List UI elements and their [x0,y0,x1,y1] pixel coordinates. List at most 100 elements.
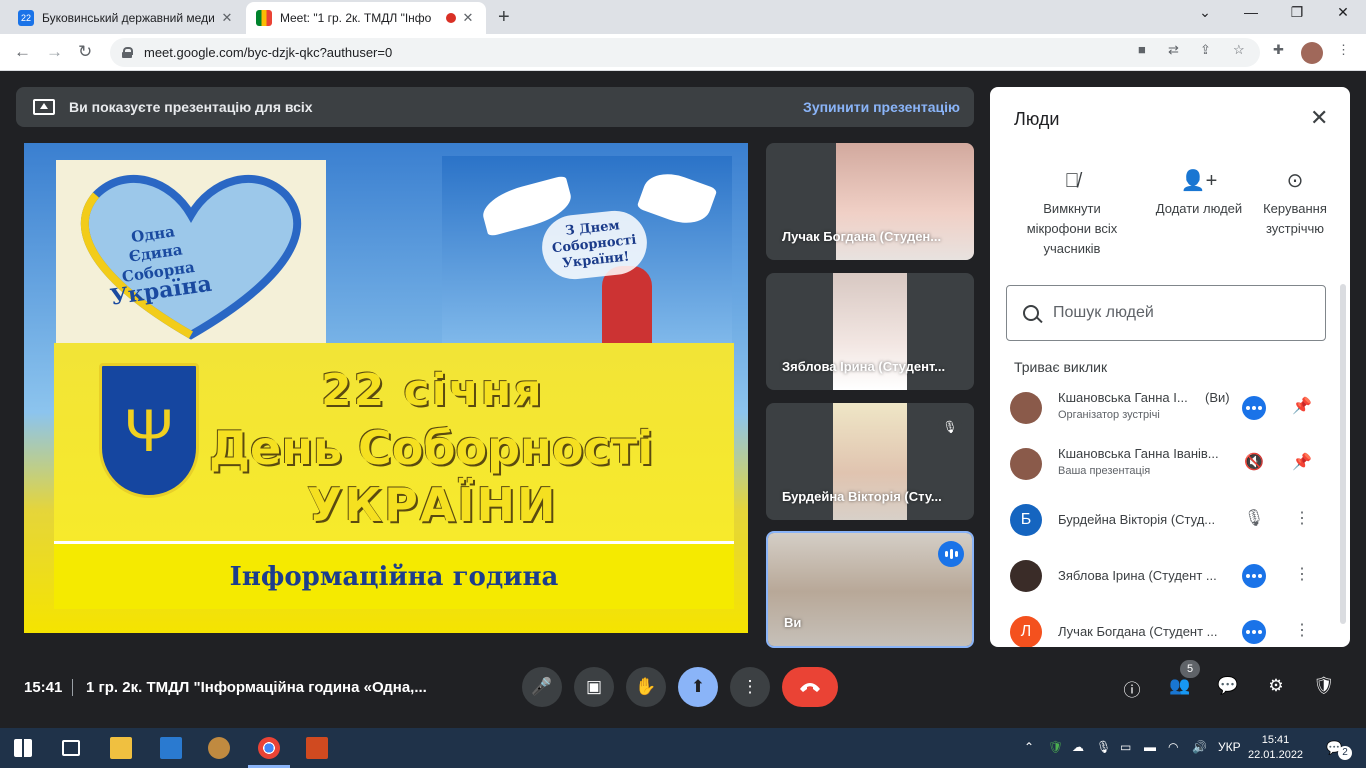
present-button[interactable]: ⬆ [678,667,718,707]
phone-link-icon[interactable]: ▭ [1120,740,1131,754]
microphone-button[interactable]: 🎤 [522,667,562,707]
slide-heading: День Соборності [209,421,654,475]
close-window-icon[interactable]: ✕ [1328,4,1358,21]
slide-subtitle: Інформаційна година [229,561,559,592]
browser-toolbar: ← → ↻ meet.google.com/byc-dzjk-qkc?authu… [0,34,1366,71]
lock-icon[interactable] [122,47,133,58]
translate-icon[interactable]: ⇄ [1168,42,1179,58]
mute-all-button[interactable]: 🎙̸ Вимкнути мікрофони всіх учасників [1017,171,1127,259]
cloud-icon[interactable]: ☁ [1072,740,1084,754]
trident-emblem-icon: Ψ [99,363,199,498]
person-row[interactable]: Зяблова Ірина (Студент ... ⋮ [1010,552,1330,608]
people-icon[interactable]: 👥 [1168,676,1192,700]
host-controls-shield-icon[interactable]: 🛡 [1312,676,1336,700]
tab-meet[interactable]: Meet: "1 гр. 2к. ТМДЛ "Інфо ✕ [246,2,486,34]
pin-icon[interactable]: 📌 [1290,396,1314,416]
new-tab-icon[interactable]: + [498,6,510,29]
language-indicator[interactable]: УКР [1218,740,1241,754]
chrome-icon[interactable] [258,737,280,759]
close-panel-icon[interactable]: ✕ [1310,105,1328,131]
presentation-slide: Одна Єдина Соборна Україна З Днем Соборн… [24,143,748,633]
hang-up-icon [800,683,820,692]
windows-taskbar: ⌃ 🛡 ☁ 🎙 ▭ ▬ ◠ 🔊 УКР 15:41 22.01.2022 💬 2 [0,728,1366,768]
activities-icon[interactable]: ⚙ [1264,676,1288,700]
close-tab-icon[interactable]: ✕ [219,10,235,26]
wifi-icon[interactable]: ◠ [1168,740,1178,754]
meeting-name: 1 гр. 2к. ТМДЛ "Інформаційна година «Одн… [86,679,427,696]
search-people-input[interactable]: Пошук людей [1006,285,1326,341]
participant-tile[interactable]: Зяблова Ірина (Студент... [766,273,974,390]
tab-university[interactable]: 22 Буковинський державний меди ✕ [8,2,245,34]
clock-date: 22.01.2022 [1248,749,1304,761]
close-tab-icon[interactable]: ✕ [460,10,476,26]
panel-scrollbar[interactable] [1340,284,1346,624]
back-icon[interactable]: ← [14,42,31,62]
person-row[interactable]: Л Лучак Богдана (Студент ... ⋮ [1010,608,1330,647]
raise-hand-button[interactable]: ✋ [626,667,666,707]
bookmark-star-icon[interactable]: ☆ [1233,42,1245,58]
more-options-icon[interactable]: ⋮ [1290,620,1314,640]
windows-start-icon[interactable] [14,739,32,757]
mic-off-icon: 🎙 [1243,510,1265,527]
meeting-details-icon[interactable]: ⓘ [1120,676,1144,700]
camera-icon[interactable]: ■ [1138,42,1146,57]
hand-icon: ✋ [635,677,657,696]
maximize-icon[interactable]: ❐ [1282,4,1312,21]
person-row[interactable]: Кшановська Ганна Іванів... Ваша презента… [1010,440,1330,496]
tab-search-icon[interactable]: ⌄ [1190,4,1220,21]
participant-name: Зяблова Ірина (Студент... [782,359,946,374]
tab-title: Meet: "1 гр. 2к. ТМДЛ "Інфо [280,11,432,25]
action-label: Вимкнути мікрофони всіх учасників [1026,201,1118,256]
forward-icon[interactable]: → [46,42,63,62]
participant-tile[interactable]: 🎙 Бурдейна Вікторія (Сту... [766,403,974,520]
heart-caption: Одна Єдина Соборна Україна [101,218,214,310]
stop-presenting-button[interactable]: Зупинити презентацію [803,99,960,115]
participant-tile[interactable]: Лучак Богдана (Студен... [766,143,974,260]
system-clock[interactable]: 15:41 22.01.2022 [1248,733,1303,763]
person-name: Зяблова Ірина (Студент ... [1058,568,1217,583]
profile-avatar[interactable] [1301,42,1323,64]
recording-indicator-icon [446,13,456,23]
share-icon[interactable]: ⇪ [1200,42,1211,58]
more-options-button[interactable]: ⋮ [730,667,770,707]
extensions-icon[interactable]: ✚ [1273,42,1284,58]
meeting-time: 15:41 [24,679,63,696]
volume-icon[interactable]: 🔊 [1192,740,1207,754]
person-name: Кшановська Ганна І... [1058,390,1188,405]
avatar [1010,560,1042,592]
host-controls-button[interactable]: ⊙ Керування зустріччю [1242,171,1348,239]
mail-icon[interactable] [160,737,182,759]
powerpoint-icon[interactable] [306,737,328,759]
tray-expand-icon[interactable]: ⌃ [1024,740,1034,754]
add-people-button[interactable]: 👤+ Додати людей [1144,171,1254,219]
file-explorer-icon[interactable] [110,737,132,759]
person-row[interactable]: Кшановська Ганна І... (Ви) Організатор з… [1010,384,1330,440]
toggle-icon: ⊙ [1286,170,1304,192]
task-view-icon[interactable] [62,740,80,756]
chat-icon[interactable]: 💬 [1216,676,1240,700]
presenting-banner: Ви показуєте презентацію для всіх Зупини… [16,87,974,127]
person-row[interactable]: Б Бурдейна Вікторія (Студ... 🎙 ⋮ [1010,496,1330,552]
in-call-heading: Триває виклик [1014,359,1108,375]
present-screen-icon [33,99,55,115]
more-options-icon[interactable]: ⋮ [1290,508,1314,528]
reload-icon[interactable]: ↻ [78,42,92,62]
menu-icon[interactable]: ⋮ [1337,42,1350,58]
security-icon[interactable]: 🛡 [1048,740,1063,754]
unpin-icon[interactable]: 📌 [1290,452,1314,472]
paint-icon[interactable] [208,737,230,759]
person-role: Організатор зустрічі [1058,409,1160,421]
more-options-icon[interactable]: ⋮ [1290,564,1314,584]
microphone-tray-icon[interactable]: 🎙 [1096,740,1111,754]
camera-button[interactable]: ▣ [574,667,614,707]
avatar: Б [1010,504,1042,536]
battery-icon[interactable]: ▬ [1144,740,1156,754]
present-screen-icon: ⬆ [690,677,706,696]
minimize-icon[interactable]: — [1236,4,1266,20]
address-bar[interactable]: meet.google.com/byc-dzjk-qkc?authuser=0 [110,38,1260,67]
leave-call-button[interactable] [782,667,838,707]
action-label: Керування зустріччю [1263,201,1327,236]
speaking-indicator-icon [1242,396,1266,420]
self-tile[interactable]: Ви [766,531,974,648]
people-panel: Люди ✕ 🎙̸ Вимкнути мікрофони всіх учасни… [990,87,1350,647]
